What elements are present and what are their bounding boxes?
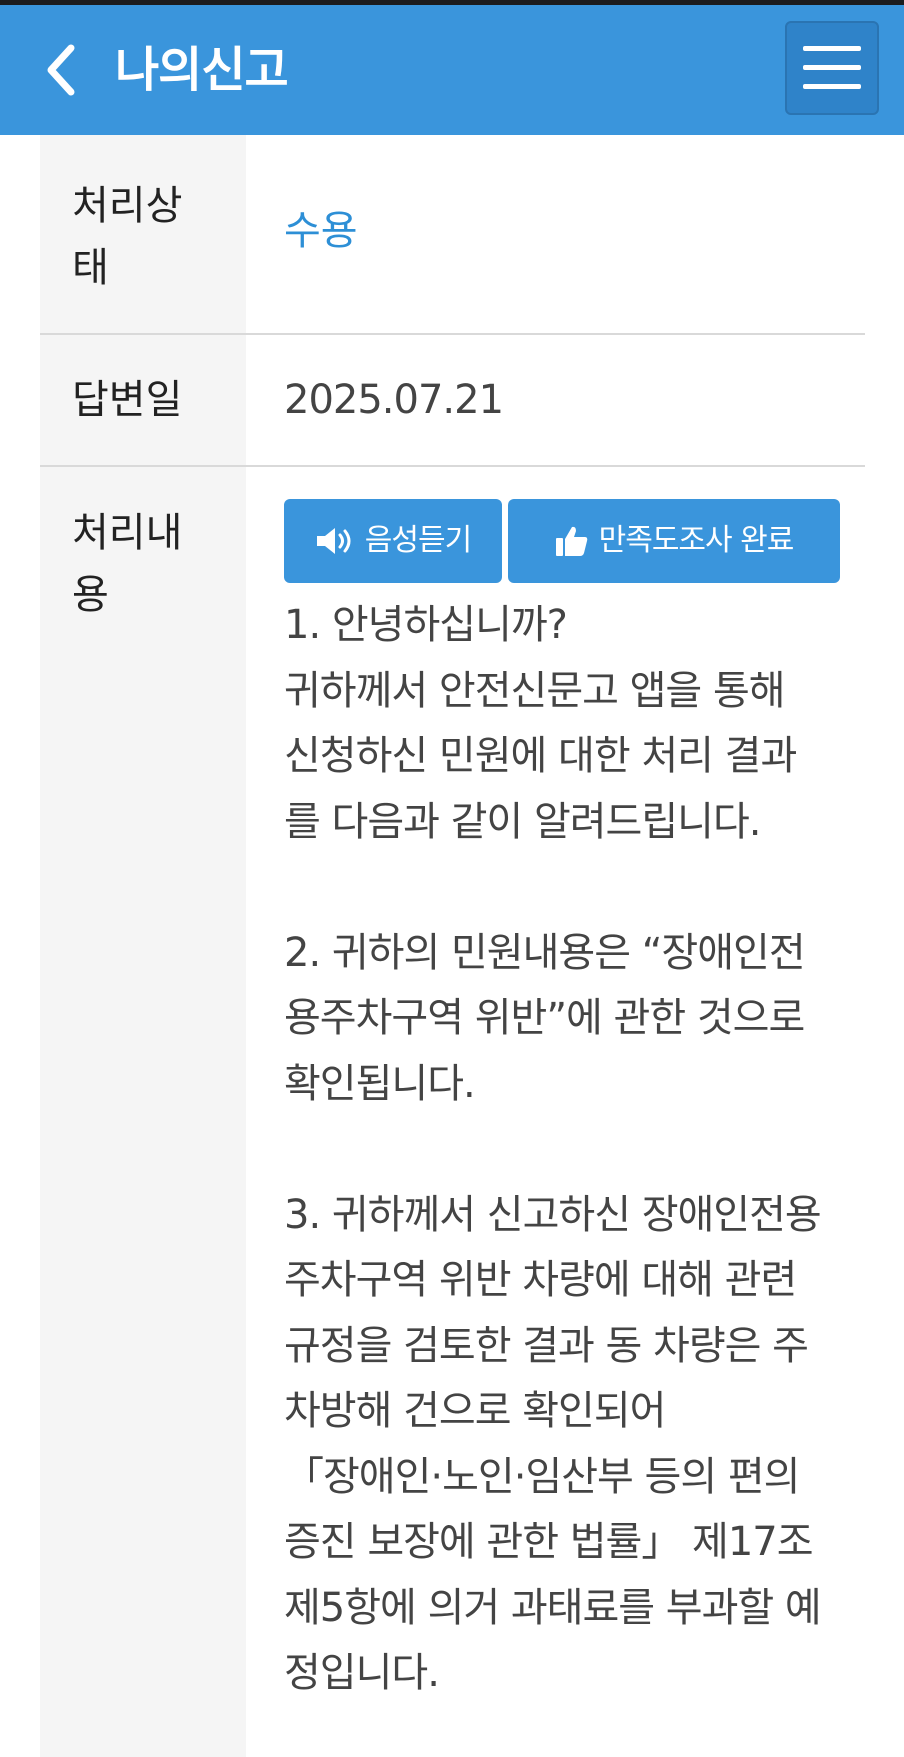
status-label: 처리상 태 [40, 135, 246, 333]
action-buttons: 음성듣기 만족도조사 완료 [284, 499, 865, 583]
content-value: 음성듣기 만족도조사 완료 1. 안녕하십니까? 귀하께서 안전신문고 앱을 통… [246, 467, 865, 1757]
content-row: 처리내 용 음성듣기 만족도조사 완료 1. 안녕하십니까? 귀하께서 안전신문… [40, 467, 865, 1757]
chevron-left-icon [47, 44, 75, 96]
satisfaction-survey-label: 만족도조사 완료 [598, 523, 795, 558]
back-button[interactable] [30, 35, 90, 105]
response-text: 1. 안녕하십니까? 귀하께서 안전신문고 앱을 통해 신청하신 민원에 대한 … [284, 602, 822, 1696]
thumbs-up-icon [555, 526, 587, 556]
satisfaction-survey-button[interactable]: 만족도조사 완료 [508, 499, 840, 583]
status-value: 수용 [284, 208, 358, 254]
content-label: 처리내 용 [40, 467, 246, 1757]
hamburger-menu-icon [803, 46, 861, 89]
answer-date-label: 답변일 [40, 335, 246, 465]
listen-voice-button[interactable]: 음성듣기 [284, 499, 502, 583]
status-row: 처리상 태 수용 [40, 135, 865, 335]
menu-button[interactable] [785, 21, 879, 115]
listen-voice-label: 음성듣기 [364, 523, 472, 558]
answer-date-value: 2025.07.21 [284, 377, 504, 423]
answer-date-row: 답변일 2025.07.21 [40, 335, 865, 467]
app-header: 나의신고 [0, 5, 904, 135]
report-detail-table: 처리상 태 수용 답변일 2025.07.21 처리내 용 음성듣기 만족도조사… [40, 135, 865, 1757]
speaker-icon [316, 528, 351, 554]
page-title: 나의신고 [115, 42, 289, 98]
